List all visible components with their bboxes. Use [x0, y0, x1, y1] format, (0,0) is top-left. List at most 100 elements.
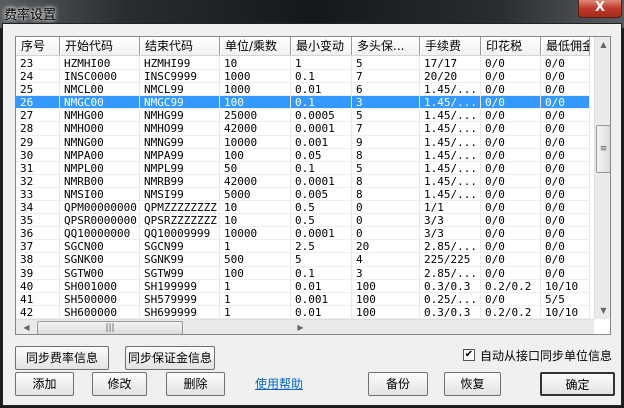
column-header[interactable]: 印花税 — [481, 37, 541, 55]
table-row[interactable]: 34 QPM00000000 QPMZZZZZZZZ 10 0.5 0 1/1 0/0 0/0 — [16, 201, 590, 215]
table-row[interactable]: 35 QPSR0000000 QPSRZZZZZZZ 10 0.5 0 3/3 0/0 0/0 — [16, 214, 590, 228]
column-header[interactable]: 结束代码 — [140, 37, 220, 55]
table-row[interactable]: 37 SGCN00 SGCN99 1 2.5 20 2.85/... 0/0 0/0 — [16, 240, 590, 254]
table-cell: 8 — [352, 174, 420, 187]
table-cell: NMSI99 — [140, 187, 220, 201]
table-row[interactable]: 29 NMNG00 NMNG99 10000 0.001 9 1.45/... 0/0 0/0 — [16, 135, 590, 149]
sync-margin-button[interactable]: 同步保证金信息 — [125, 346, 215, 370]
vertical-scroll-thumb[interactable]: ≡ — [596, 125, 610, 173]
column-header[interactable]: 序号 — [16, 37, 60, 55]
table-cell: 0 — [352, 201, 420, 214]
table-cell: NMGC00 — [60, 96, 140, 109]
table-cell: 5 — [352, 109, 420, 122]
table-cell: 500 — [220, 253, 291, 266]
table-cell: 8 — [352, 187, 420, 201]
column-header[interactable]: 单位/乘数 — [220, 37, 291, 55]
table-cell: NMPL00 — [60, 161, 140, 174]
table-cell: 0/0 — [481, 83, 541, 96]
table-row[interactable]: 24 INSC0000 INSC9999 1000 0.1 7 20/20 0/0 0/0 — [16, 70, 590, 84]
scroll-right-icon[interactable]: ▶ — [292, 320, 309, 334]
table-cell: 42000 — [220, 122, 291, 135]
table-cell: 1000 — [220, 83, 291, 96]
restore-button[interactable]: 恢复 — [444, 372, 501, 396]
column-header[interactable]: 开始代码 — [60, 37, 140, 55]
table-cell: SGNK00 — [60, 253, 140, 266]
table-row[interactable]: 25 NMCL00 NMCL99 1000 0.01 6 1.45/... 0/0 0/0 — [16, 83, 590, 97]
table-cell: QPMZZZZZZZZ — [140, 201, 220, 214]
table-cell: 10/10 — [541, 305, 590, 318]
table-cell: 42000 — [220, 174, 291, 187]
table-cell: 0/0 — [541, 253, 590, 266]
horizontal-scroll-thumb[interactable]: ||| — [37, 321, 183, 334]
table-row[interactable]: 41 SH500000 SH579999 1 0.001 100 0.25/... 0/0 5/… — [16, 292, 590, 306]
table-cell: 31 — [16, 161, 60, 174]
table-cell: QPM00000000 — [60, 201, 140, 214]
table-cell: SGNK99 — [140, 253, 220, 266]
column-header[interactable]: 最小变动 — [291, 37, 352, 55]
table-cell: 0.5 — [291, 214, 352, 227]
table-cell: 10 — [220, 201, 291, 214]
table-cell: 8 — [352, 148, 420, 161]
column-header[interactable]: 多头保... — [352, 37, 420, 55]
backup-button[interactable]: 备份 — [368, 372, 428, 396]
vertical-scrollbar[interactable]: ▲ ≡ ▼ — [594, 37, 610, 319]
table-cell: SH600000 — [60, 305, 140, 318]
table-cell: 10/10 — [541, 279, 590, 292]
add-button[interactable]: 添加 — [15, 372, 74, 396]
table-cell: 1.45/... — [420, 187, 481, 201]
column-header[interactable]: 最低佣金 — [541, 37, 590, 55]
table-cell: 4 — [352, 253, 420, 266]
table-cell: QQ10000000 — [60, 227, 140, 240]
table-cell: 20/20 — [420, 70, 481, 83]
table-row[interactable]: 23 HZMHI00 HZMHI99 10 1 5 17/17 0/0 0/0 — [16, 57, 590, 71]
delete-button[interactable]: 删除 — [166, 372, 225, 396]
table-cell: QPSR0000000 — [60, 214, 140, 227]
table-cell: 0/0 — [481, 57, 541, 70]
scroll-left-icon[interactable]: ◀ — [18, 320, 35, 334]
table-row[interactable]: 31 NMPL00 NMPL99 50 0.1 5 1.45/... 0/0 0/0 — [16, 161, 590, 175]
table-cell: 2.85/... — [420, 240, 481, 253]
help-link[interactable]: 使用帮助 — [255, 375, 303, 392]
scroll-down-icon[interactable]: ▼ — [595, 303, 610, 319]
ok-button[interactable]: 确定 — [540, 372, 615, 396]
table-cell: QQ10009999 — [140, 227, 220, 240]
table-cell: 1 — [220, 292, 291, 305]
table-row[interactable]: 38 SGNK00 SGNK99 500 5 4 225/225 0/0 0/0 — [16, 253, 590, 267]
table-row[interactable]: 32 NMRB00 NMRB99 42000 0.0001 8 1.45/... 0/0 0/0 — [16, 174, 590, 188]
sync-rate-button[interactable]: 同步费率信息 — [15, 346, 109, 370]
table-row[interactable]: 28 NMHO00 NMHO99 42000 0.0001 7 1.45/... 0/0 0/0 — [16, 122, 590, 136]
table-cell: 37 — [16, 240, 60, 253]
table-row[interactable]: 30 NMPA00 NMPA99 100 0.05 8 1.45/... 0/0 0/0 — [16, 148, 590, 162]
table-cell: 0.2/0.2 — [481, 279, 541, 292]
table-cell: 0.05 — [291, 148, 352, 161]
table-cell: 100 — [220, 266, 291, 279]
table-row[interactable]: 27 NMHG00 NMHG99 25000 0.0005 5 1.45/... 0/0 0/0 — [16, 109, 590, 123]
horizontal-scrollbar[interactable]: ◀ ||| ▶ — [16, 319, 594, 334]
table-cell: 0.0001 — [291, 174, 352, 187]
table-cell: 5 — [291, 253, 352, 266]
table-cell: 1 — [220, 279, 291, 292]
table-cell: 0/0 — [541, 187, 590, 201]
edit-button[interactable]: 修改 — [92, 372, 147, 396]
table-row[interactable]: 42 SH600000 SH699999 1 0.01 100 0.3/0.3 0.2/0.2… — [16, 305, 590, 319]
table-cell: 0/0 — [481, 214, 541, 227]
table-cell: NMCL99 — [140, 83, 220, 96]
close-button[interactable]: X — [578, 0, 622, 18]
table-cell: 5 — [352, 57, 420, 70]
table-cell: SGCN00 — [60, 240, 140, 253]
table-cell: 30 — [16, 148, 60, 161]
table-cell: 0/0 — [541, 148, 590, 161]
table-row[interactable]: 40 SH001000 SH199999 1 0.01 100 0.3/0.3 0.2/0.2… — [16, 279, 590, 293]
table-row[interactable]: 39 SGTW00 SGTW99 100 0.1 3 2.85/... 0/0 0/0 — [16, 266, 590, 280]
table-row[interactable]: 26 NMGC00 NMGC99 100 0.1 3 1.45/... 0/0 0/0 — [16, 96, 590, 110]
table-cell: 0.3/0.3 — [420, 279, 481, 292]
table-cell: 10 — [220, 214, 291, 227]
table-row[interactable]: 36 QQ10000000 QQ10009999 10000 0.0001 0 3/3 0/0… — [16, 227, 590, 241]
auto-sync-checkbox[interactable]: ✔ — [463, 349, 475, 361]
table-row[interactable]: 33 NMSI00 NMSI99 5000 0.005 8 1.45/... 0/0 0/0 — [16, 187, 590, 202]
column-header[interactable]: 手续费 — [420, 37, 481, 55]
table-cell: NMPA00 — [60, 148, 140, 161]
table-cell: 50 — [220, 161, 291, 174]
table-cell: 0.1 — [291, 266, 352, 279]
scroll-up-icon[interactable]: ▲ — [595, 37, 610, 53]
